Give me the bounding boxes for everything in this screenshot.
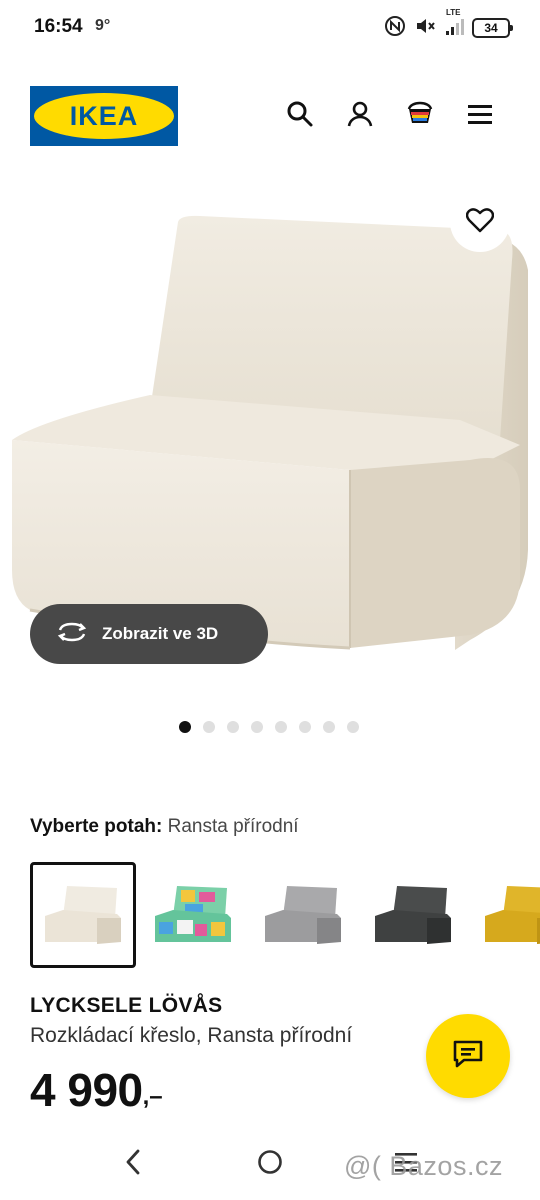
swatch-yellow[interactable] xyxy=(470,862,540,968)
product-description: Rozkládací křeslo, Ransta přírodní xyxy=(30,1024,353,1047)
product-price: 4 990 ,– xyxy=(30,1063,163,1117)
search-button[interactable] xyxy=(282,98,318,134)
cover-label-value: Ransta přírodní xyxy=(167,816,299,837)
menu-button[interactable] xyxy=(462,98,498,134)
pagination-dot[interactable] xyxy=(227,721,239,733)
logo-oval: IKEA xyxy=(34,93,174,139)
menu-icon xyxy=(466,102,494,131)
account-icon xyxy=(346,100,374,133)
favorite-button[interactable] xyxy=(450,192,510,252)
status-icons: LTE 34 xyxy=(384,8,513,42)
swatch-light-grey[interactable] xyxy=(250,862,356,968)
pagination-dot[interactable] xyxy=(275,721,287,733)
back-button[interactable] xyxy=(114,1146,154,1182)
cart-button[interactable] xyxy=(402,98,438,134)
cart-icon xyxy=(403,99,437,134)
pagination-dot[interactable] xyxy=(299,721,311,733)
view-3d-label: Zobrazit ve 3D xyxy=(102,624,219,643)
cover-label: Vyberte potah: Ransta přírodní xyxy=(30,816,299,838)
battery-icon: 34 xyxy=(472,18,513,38)
lte-label: LTE xyxy=(446,7,461,17)
status-temperature: 9° xyxy=(95,17,111,34)
view-3d-button[interactable]: Zobrazit ve 3D xyxy=(30,604,268,664)
chat-icon xyxy=(452,1039,484,1074)
pagination-dot[interactable] xyxy=(323,721,335,733)
home-icon xyxy=(256,1148,284,1181)
chat-button[interactable] xyxy=(426,1014,510,1098)
swatch-ransta-natural[interactable] xyxy=(30,862,136,968)
pagination-dot[interactable] xyxy=(347,721,359,733)
product-name: LYCKSELE LÖVÅS xyxy=(30,994,223,1017)
pagination-dot[interactable] xyxy=(203,721,215,733)
pagination-dot[interactable] xyxy=(251,721,263,733)
home-button[interactable] xyxy=(250,1146,290,1182)
swatch-multicolor[interactable] xyxy=(140,862,246,968)
search-icon xyxy=(286,100,314,133)
back-icon xyxy=(124,1148,144,1181)
cover-swatches xyxy=(30,862,540,968)
cover-label-title: Vyberte potah: xyxy=(30,816,163,837)
gallery-pagination xyxy=(179,721,359,733)
rotate-icon xyxy=(56,621,88,648)
account-button[interactable] xyxy=(342,98,378,134)
price-suffix: ,– xyxy=(142,1083,163,1110)
heart-icon xyxy=(465,207,495,238)
mute-icon xyxy=(414,15,436,42)
swatch-dark-grey[interactable] xyxy=(360,862,466,968)
ikea-logo[interactable]: IKEA xyxy=(30,86,178,146)
status-bar: 16:54 9° LTE 34 xyxy=(0,0,540,58)
pagination-dot[interactable] xyxy=(179,721,191,733)
price-amount: 4 990 xyxy=(30,1064,143,1116)
status-time: 16:54 xyxy=(34,16,83,37)
bazos-watermark: @( Bazos.cz xyxy=(344,1151,503,1181)
header: IKEA xyxy=(0,80,540,152)
nfc-icon xyxy=(384,15,406,42)
lte-signal-icon: LTE xyxy=(444,8,464,42)
logo-text: IKEA xyxy=(69,100,139,131)
